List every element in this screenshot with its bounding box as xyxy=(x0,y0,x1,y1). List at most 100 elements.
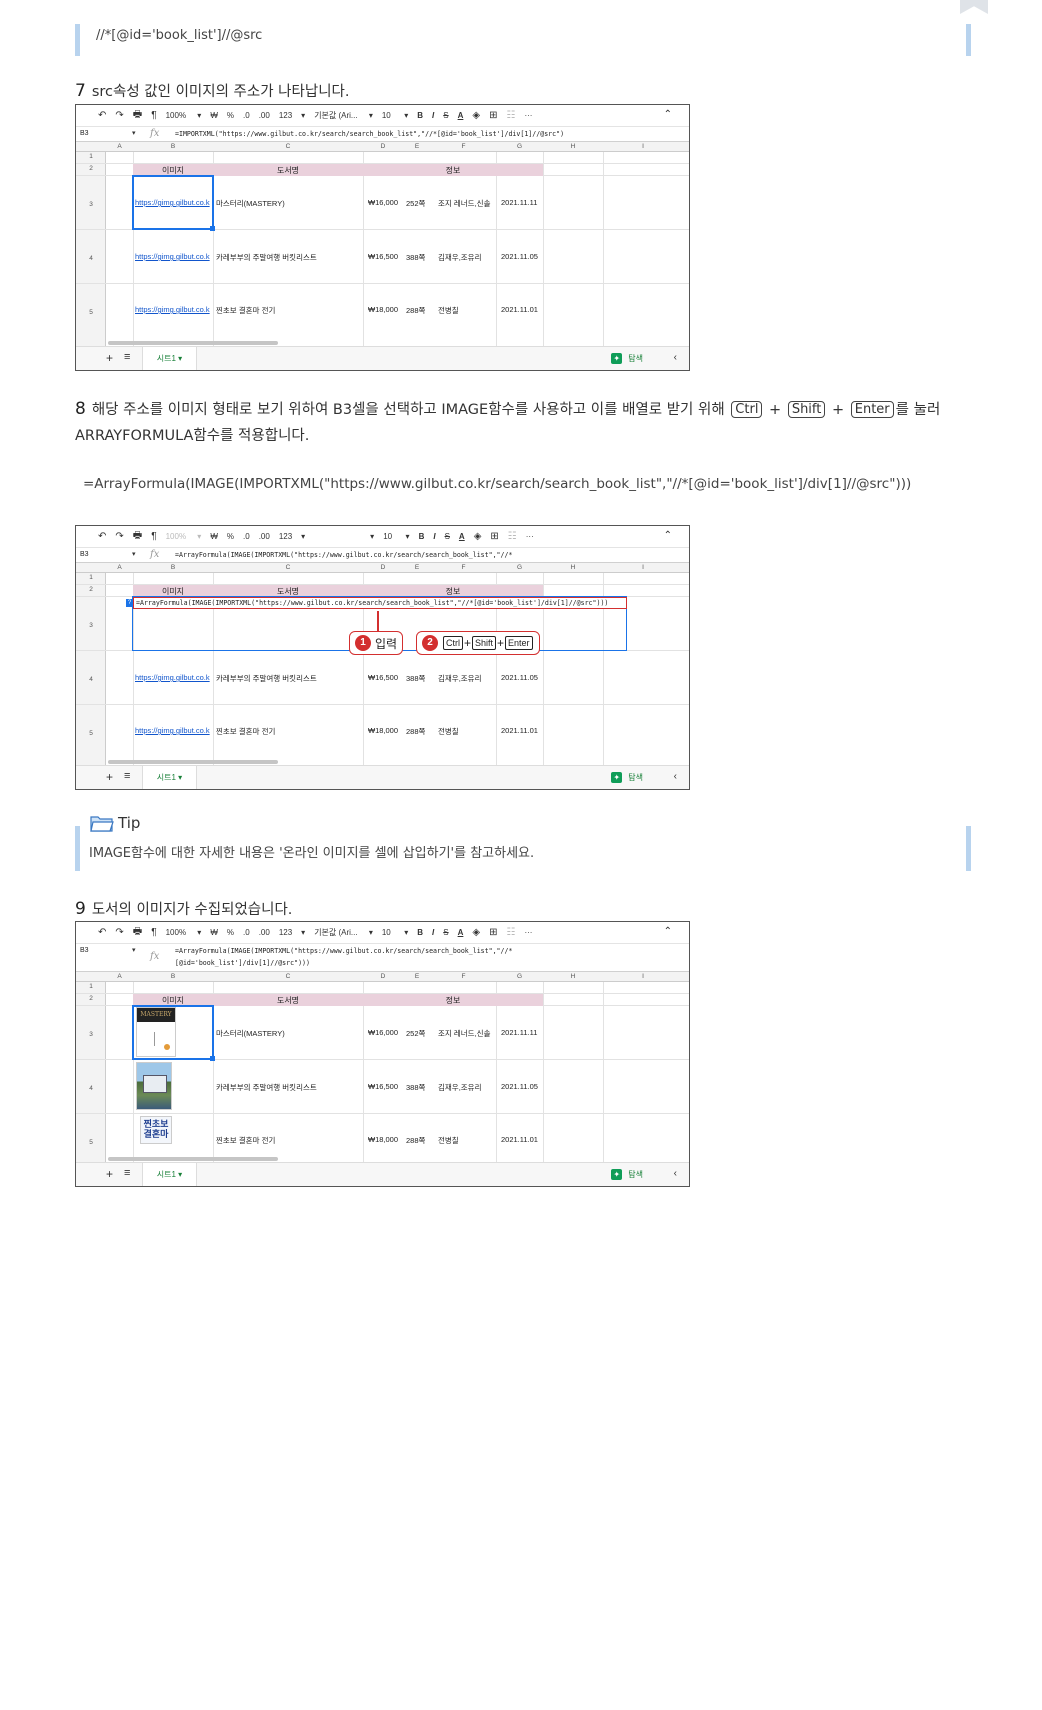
price-cell[interactable]: ₩18,000 xyxy=(368,305,398,314)
name-box[interactable]: B3 xyxy=(80,947,89,954)
decrease-decimal-button[interactable]: .0 xyxy=(243,532,250,541)
col-i[interactable]: I xyxy=(603,564,683,571)
collapse-chevron-icon[interactable]: ⌃ xyxy=(664,109,672,120)
col-h[interactable]: H xyxy=(543,564,603,571)
print-icon[interactable]: 🖶 xyxy=(133,107,142,124)
sheet-tab[interactable]: 시트1 ▾ xyxy=(142,347,197,370)
price-cell[interactable]: ₩16,500 xyxy=(368,252,398,261)
price-cell[interactable]: ₩18,000 xyxy=(368,1135,398,1144)
url-cell[interactable]: https://gimg.gilbut.co.k xyxy=(135,305,210,314)
author-cell[interactable]: 조지 레너드,신솔 xyxy=(438,198,490,209)
date-cell[interactable]: 2021.11.05 xyxy=(501,673,538,682)
italic-button[interactable]: I xyxy=(433,532,435,541)
explore-button[interactable]: ✦ 탐색 xyxy=(611,772,643,783)
strikethrough-button[interactable]: S xyxy=(445,532,450,541)
col-g[interactable]: G xyxy=(496,143,543,150)
fill-handle[interactable] xyxy=(210,226,215,231)
col-b[interactable]: B xyxy=(133,973,213,980)
col-c[interactable]: C xyxy=(213,564,363,571)
col-a[interactable]: A xyxy=(106,143,133,150)
percent-button[interactable]: % xyxy=(227,111,234,120)
col-c[interactable]: C xyxy=(213,143,363,150)
redo-icon[interactable]: ↷ xyxy=(115,110,123,121)
formula-line-1[interactable]: =ArrayFormula(IMAGE(IMPORTXML("https://w… xyxy=(175,946,512,956)
add-sheet-button[interactable]: + xyxy=(106,1167,113,1181)
pages-cell[interactable]: 288쪽 xyxy=(406,1135,425,1146)
row-2[interactable]: 2 xyxy=(76,995,106,1002)
text-color-button[interactable]: A xyxy=(459,532,465,541)
col-i[interactable]: I xyxy=(603,973,683,980)
pages-cell[interactable]: 288쪽 xyxy=(406,726,425,737)
col-g[interactable]: G xyxy=(496,973,543,980)
all-sheets-button[interactable]: ≡ xyxy=(124,1167,130,1179)
name-box-dropdown-icon[interactable]: ▾ xyxy=(132,946,136,954)
font-size-select[interactable]: 10 ▾ xyxy=(383,532,409,541)
col-g[interactable]: G xyxy=(496,564,543,571)
paint-format-icon[interactable]: ¶ xyxy=(151,110,156,121)
formula-line-2[interactable]: [@id='book_list']/div[1]//@src"))) xyxy=(175,958,310,968)
formula-help-icon[interactable]: ? xyxy=(126,599,133,607)
col-e[interactable]: E xyxy=(403,973,431,980)
price-cell[interactable]: ₩16,000 xyxy=(368,198,398,207)
add-sheet-button[interactable]: + xyxy=(106,351,113,365)
fill-handle[interactable] xyxy=(210,1056,215,1061)
row-3[interactable]: 3 xyxy=(76,1031,106,1038)
zoom-select[interactable]: 100% ▾ xyxy=(166,532,202,541)
print-icon[interactable]: 🖶 xyxy=(133,924,142,941)
col-f[interactable]: F xyxy=(431,564,496,571)
title-cell[interactable]: 마스터리(MASTERY) xyxy=(216,1028,285,1039)
row-2[interactable]: 2 xyxy=(76,586,106,593)
book-cover-wedding[interactable]: 찐초보 결혼마 xyxy=(140,1116,172,1144)
merge-icon[interactable]: ☷ xyxy=(506,110,515,121)
sheet-tab[interactable]: 시트1 ▾ xyxy=(142,766,197,789)
col-a[interactable]: A xyxy=(106,564,133,571)
merge-icon[interactable]: ☷ xyxy=(508,531,517,542)
url-cell[interactable]: https://gimg.gilbut.co.k xyxy=(135,252,210,261)
col-d[interactable]: D xyxy=(363,564,403,571)
price-cell[interactable]: ₩18,000 xyxy=(368,726,398,735)
book-cover-travel[interactable] xyxy=(136,1062,172,1110)
price-cell[interactable]: ₩16,500 xyxy=(368,1082,398,1091)
collapse-chevron-icon[interactable]: ⌃ xyxy=(664,926,672,937)
currency-button[interactable]: ₩ xyxy=(210,928,218,937)
explore-button[interactable]: ✦ 탐색 xyxy=(611,1169,643,1180)
url-cell[interactable]: https://gimg.gilbut.co.k xyxy=(135,673,210,682)
name-box-dropdown-icon[interactable]: ▾ xyxy=(132,129,136,137)
formula-input[interactable]: =IMPORTXML("https://www.gilbut.co.kr/sea… xyxy=(175,129,564,139)
author-cell[interactable]: 조지 레너드,신솔 xyxy=(438,1028,490,1039)
col-f[interactable]: F xyxy=(431,973,496,980)
zoom-select[interactable]: 100% ▾ xyxy=(166,111,202,120)
row-4[interactable]: 4 xyxy=(76,255,106,262)
col-h[interactable]: H xyxy=(543,143,603,150)
price-cell[interactable]: ₩16,500 xyxy=(368,673,398,682)
font-size-select[interactable]: 10 ▾ xyxy=(382,928,408,937)
title-cell[interactable]: 카레부부의 주말여행 버킷리스트 xyxy=(216,252,317,263)
all-sheets-button[interactable]: ≡ xyxy=(124,351,130,363)
pages-cell[interactable]: 252쪽 xyxy=(406,1028,425,1039)
col-d[interactable]: D xyxy=(363,143,403,150)
author-cell[interactable]: 김재우,조유리 xyxy=(438,252,481,263)
pages-cell[interactable]: 388쪽 xyxy=(406,673,425,684)
row-3[interactable]: 3 xyxy=(76,201,106,208)
undo-icon[interactable]: ↶ xyxy=(98,927,106,938)
horizontal-scrollbar[interactable] xyxy=(108,341,278,345)
row-4[interactable]: 4 xyxy=(76,676,106,683)
col-a[interactable]: A xyxy=(106,973,133,980)
more-button[interactable]: ··· xyxy=(526,532,534,541)
redo-icon[interactable]: ↷ xyxy=(115,531,123,542)
font-size-select[interactable]: 10 ▾ xyxy=(382,111,408,120)
bold-button[interactable]: B xyxy=(419,532,425,541)
redo-icon[interactable]: ↷ xyxy=(115,927,123,938)
print-icon[interactable]: 🖶 xyxy=(133,528,142,545)
name-box[interactable]: B3 xyxy=(80,130,89,137)
number-format-button[interactable]: 123 ▾ xyxy=(279,111,305,120)
selected-cell-b3[interactable] xyxy=(132,175,214,230)
date-cell[interactable]: 2021.11.05 xyxy=(501,252,538,261)
add-sheet-button[interactable]: + xyxy=(106,770,113,784)
col-h[interactable]: H xyxy=(543,973,603,980)
explore-button[interactable]: ✦ 탐색 xyxy=(611,353,643,364)
author-cell[interactable]: 전병칠 xyxy=(438,726,459,737)
undo-icon[interactable]: ↶ xyxy=(98,531,106,542)
bold-button[interactable]: B xyxy=(417,111,423,120)
author-cell[interactable]: 김재우,조유리 xyxy=(438,673,481,684)
